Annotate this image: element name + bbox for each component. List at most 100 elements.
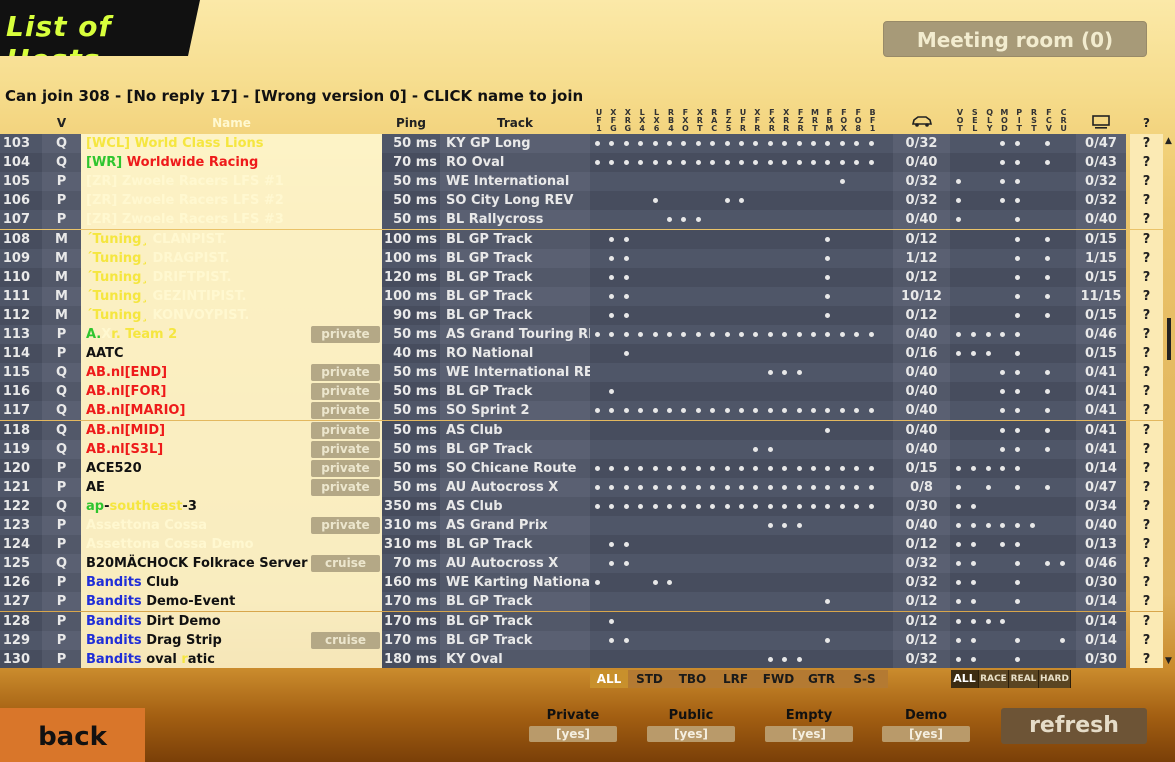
car-column-header[interactable]: X F R (750, 109, 764, 133)
option-column-header[interactable]: V O T (953, 109, 967, 133)
host-name[interactable]: Bandits oval ratic (81, 649, 382, 668)
host-info-button[interactable]: ? (1130, 363, 1163, 383)
host-info-button[interactable]: ? (1130, 630, 1163, 650)
scroll-thumb[interactable] (1167, 318, 1171, 360)
scroll-down-icon[interactable]: ▼ (1165, 656, 1172, 666)
filter-toggle[interactable]: [yes] (765, 726, 853, 742)
host-name[interactable]: [ZR] Zwoele Racers LFS #3 (81, 210, 382, 230)
host-info-button[interactable]: ? (1130, 592, 1163, 612)
option-column-header[interactable]: Q L Y (983, 109, 997, 133)
type-tab-hard[interactable]: HARD (1039, 670, 1071, 688)
car-tab-tbo[interactable]: TBO (671, 670, 714, 688)
table-row[interactable]: 123 P Assettona Cossa private 310 ms AS Grand… (0, 516, 1163, 535)
host-info-button[interactable]: ? (1130, 401, 1163, 421)
host-info-button[interactable]: ? (1130, 267, 1163, 287)
table-row[interactable]: 122 Qap-southeast-3 350 ms AS Club 0/30 0/34? (0, 496, 1163, 516)
header-help[interactable]: ? (1130, 116, 1163, 130)
table-row[interactable]: 113 P A.Xr. Team 2 private 50 ms AS Grand Tou… (0, 325, 1163, 344)
host-info-button[interactable]: ? (1130, 153, 1163, 173)
host-name[interactable]: AE private (81, 477, 382, 497)
option-column-header[interactable]: S E L (968, 109, 982, 133)
host-name[interactable]: ´Tuning¸ DRAGPIST. (81, 248, 382, 268)
host-name[interactable]: A.Xr. Team 2 private (81, 325, 382, 344)
table-row[interactable]: 114 P AATC 40 ms RO National 0/16 0/15? (0, 344, 1163, 364)
car-column-header[interactable]: M R T (808, 109, 822, 133)
host-info-button[interactable]: ? (1130, 305, 1163, 325)
table-row[interactable]: 130 P Bandits oval ratic 180 ms KY Oval 0/32 0… (0, 649, 1163, 668)
host-name[interactable]: AB.nl[MARIO] private (81, 401, 382, 421)
car-column-header[interactable]: X R T (693, 109, 707, 133)
table-row[interactable]: 103 Q [WCL] World Class Lions 50 ms KY GP Lo… (0, 134, 1163, 153)
back-button[interactable]: back (0, 708, 145, 762)
host-name[interactable]: B20MÄCHOCK Folkrace Server cruise (81, 554, 382, 574)
meeting-room-button[interactable]: Meeting room (0) (883, 21, 1147, 57)
refresh-button[interactable]: refresh (1001, 708, 1147, 744)
host-info-button[interactable]: ? (1130, 325, 1163, 344)
car-tab-gtr[interactable]: GTR (800, 670, 843, 688)
car-column-header[interactable]: R B 4 (664, 109, 678, 133)
host-info-button[interactable]: ? (1130, 248, 1163, 268)
option-column-header[interactable]: R S T (1027, 109, 1041, 133)
car-column-header[interactable]: X R G (621, 109, 635, 133)
car-column-header[interactable]: U F R (736, 109, 750, 133)
table-row[interactable]: 110 M ´Tuning¸ DRIFTPIST. 120 ms BL GP Track… (0, 267, 1163, 287)
host-info-button[interactable]: ? (1130, 496, 1163, 516)
car-column-header[interactable]: X F G (606, 109, 620, 133)
table-row[interactable]: 107 P [ZR] Zwoele Racers LFS #3 50 ms BL Ral… (0, 210, 1163, 230)
table-row[interactable]: 127 P Bandits Demo-Event 170 ms BL GP Track 0… (0, 592, 1163, 612)
car-tab-fwd[interactable]: FWD (757, 670, 800, 688)
host-name[interactable]: ACE520 private (81, 458, 382, 478)
car-tab-all[interactable]: ALL (590, 670, 628, 688)
scroll-up-icon[interactable]: ▲ (1165, 136, 1172, 146)
car-column-header[interactable]: F O 8 (851, 109, 865, 133)
host-info-button[interactable]: ? (1130, 172, 1163, 192)
car-column-header[interactable]: F O X (837, 109, 851, 133)
table-row[interactable]: 124 P Assettona Cossa Demo 310 ms BL GP Trac… (0, 535, 1163, 555)
host-info-button[interactable]: ? (1130, 573, 1163, 593)
table-row[interactable]: 117 Q AB.nl[MARIO] private 50 ms SO Sprint 2 0… (0, 401, 1163, 421)
filter-toggle[interactable]: [yes] (529, 726, 617, 742)
host-info-button[interactable]: ? (1130, 554, 1163, 574)
host-name[interactable]: ap-southeast-3 (81, 496, 382, 516)
header-ping[interactable]: Ping (382, 116, 440, 130)
host-name[interactable]: [WCL] World Class Lions (81, 134, 382, 153)
host-name[interactable]: [ZR] Zwoele Racers LFS #2 (81, 191, 382, 211)
host-name[interactable]: ´Tuning¸ KONVOYPIST. (81, 305, 382, 325)
host-info-button[interactable]: ? (1130, 286, 1163, 306)
header-name[interactable]: Name (81, 116, 382, 130)
host-info-button[interactable]: ? (1130, 458, 1163, 478)
table-row[interactable]: 121 P AE private 50 ms AU Autocross X 0/8 0/47? (0, 477, 1163, 497)
host-name[interactable]: AB.nl[S3L] private (81, 439, 382, 459)
type-tab-race[interactable]: RACE (979, 670, 1009, 688)
header-version[interactable]: V (42, 116, 81, 130)
host-info-button[interactable]: ? (1130, 516, 1163, 535)
host-name[interactable]: ´Tuning¸ GEZINTIPIST. (81, 286, 382, 306)
table-row[interactable]: 105 P [ZR] Zwoele Racers LFS #1 50 ms WE Int… (0, 172, 1163, 192)
car-column-header[interactable]: X R R (779, 109, 793, 133)
type-tab-real[interactable]: REAL (1009, 670, 1039, 688)
host-name[interactable]: ´Tuning¸ CLANPIST. (81, 229, 382, 249)
option-column-header[interactable]: P I T (1012, 109, 1026, 133)
car-column-header[interactable]: B F 1 (866, 109, 880, 133)
table-row[interactable]: 108 M ´Tuning¸ CLANPIST. 100 ms BL GP Track 0… (0, 229, 1163, 249)
car-column-header[interactable]: F X O (678, 109, 692, 133)
host-info-button[interactable]: ? (1130, 210, 1163, 230)
host-info-button[interactable]: ? (1130, 420, 1163, 440)
host-info-button[interactable]: ? (1130, 191, 1163, 211)
host-info-button[interactable]: ? (1130, 229, 1163, 249)
host-name[interactable]: AB.nl[END] private (81, 363, 382, 383)
car-column-header[interactable]: L X 6 (650, 109, 664, 133)
filter-toggle[interactable]: [yes] (882, 726, 970, 742)
host-info-button[interactable]: ? (1130, 344, 1163, 364)
host-info-button[interactable]: ? (1130, 382, 1163, 402)
host-info-button[interactable]: ? (1130, 477, 1163, 497)
table-row[interactable]: 118 Q AB.nl[MID] private 50 ms AS Club 0/40 0/4… (0, 420, 1163, 440)
host-info-button[interactable]: ? (1130, 439, 1163, 459)
host-name[interactable]: AB.nl[MID] private (81, 420, 382, 440)
car-column-header[interactable]: F X R (765, 109, 779, 133)
host-name[interactable]: AB.nl[FOR] private (81, 382, 382, 402)
table-row[interactable]: 120 P ACE520 private 50 ms SO Chicane Route 0/… (0, 458, 1163, 478)
host-name[interactable]: ´Tuning¸ DRIFTPIST. (81, 267, 382, 287)
table-row[interactable]: 126 P Bandits Club 160 ms WE Karting Nationa… (0, 573, 1163, 593)
car-column-header[interactable]: R A C (707, 109, 721, 133)
